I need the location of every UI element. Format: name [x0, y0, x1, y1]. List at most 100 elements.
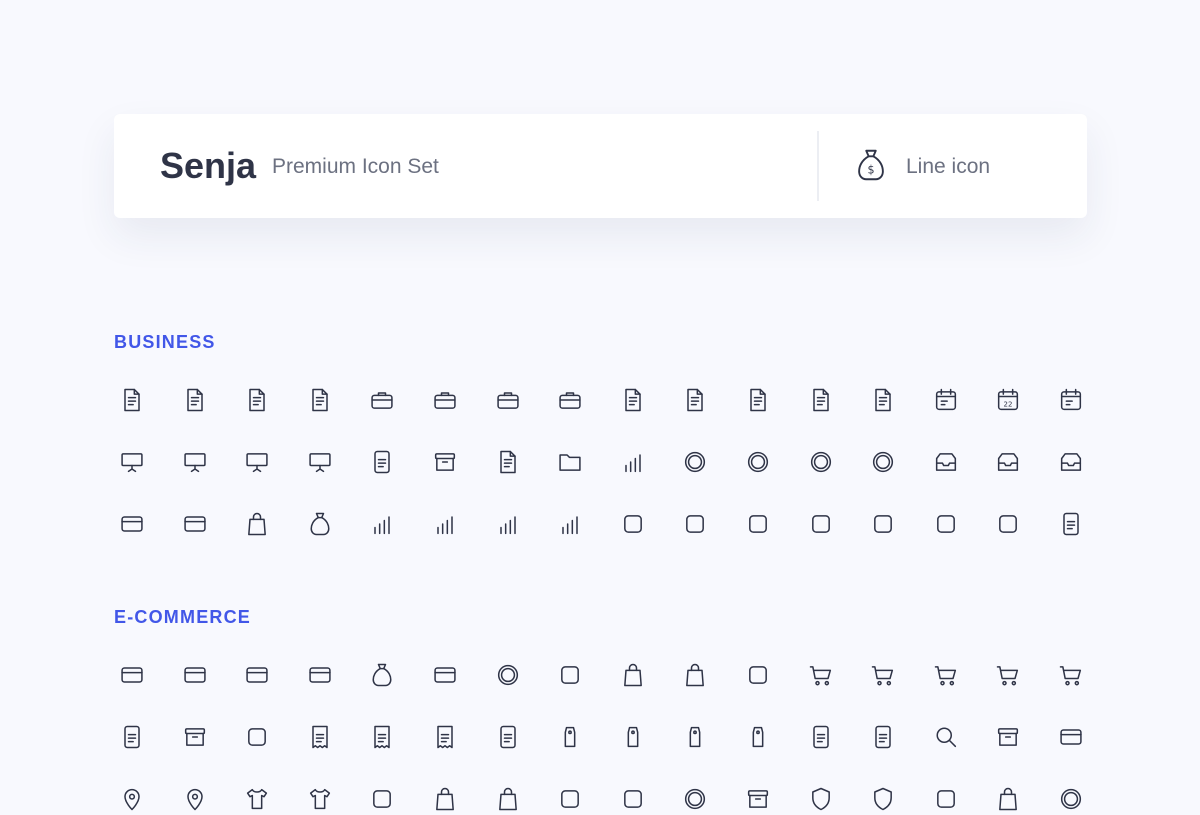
money-bag-icon[interactable] [241, 508, 273, 540]
cash-stack-icon[interactable] [116, 508, 148, 540]
piggy-bank-icon[interactable] [304, 508, 336, 540]
document-delete-icon[interactable] [867, 384, 899, 416]
pie-chart-icon[interactable] [617, 446, 649, 478]
section-title-ecommerce: E-COMMERCE [114, 607, 251, 627]
presentation-bar-chart-icon[interactable] [179, 446, 211, 478]
discount-badge-icon[interactable] [554, 783, 586, 815]
calculator-icon[interactable] [366, 446, 398, 478]
calendar-checklist-icon[interactable] [1055, 384, 1087, 416]
bell-icon[interactable] [930, 783, 962, 815]
suitcase-icon[interactable] [554, 384, 586, 416]
checklist-document-icon[interactable] [241, 384, 273, 416]
cart-add-icon[interactable] [930, 659, 962, 691]
document-add-icon[interactable] [679, 384, 711, 416]
shopping-bag-icon[interactable] [617, 659, 649, 691]
cashier-register-icon[interactable] [992, 721, 1024, 753]
office-building-icon[interactable] [1055, 508, 1087, 540]
archive-drawer-icon[interactable] [429, 446, 461, 478]
money-transfer-icon[interactable] [179, 508, 211, 540]
archive-box-icon[interactable] [179, 721, 211, 753]
atm-bitcoin-icon[interactable] [492, 659, 524, 691]
header-divider [817, 131, 819, 201]
atm-cash-icon[interactable] [429, 659, 461, 691]
cart-forward-icon[interactable] [1055, 659, 1087, 691]
shopping-bag-small-icon[interactable] [992, 783, 1024, 815]
calendar-icon[interactable] [930, 384, 962, 416]
shopping-bag-closed-icon[interactable] [429, 783, 461, 815]
presentation-line-chart-icon[interactable] [241, 446, 273, 478]
cart-remove-icon[interactable] [992, 659, 1024, 691]
svg-text:$: $ [867, 164, 874, 177]
folder-icon[interactable] [554, 446, 586, 478]
crosshair-icon[interactable] [867, 446, 899, 478]
alarm-clock-icon[interactable] [679, 446, 711, 478]
credit-card-icon[interactable] [241, 659, 273, 691]
hand-dollar-icon[interactable] [742, 508, 774, 540]
stamp-icon[interactable] [930, 508, 962, 540]
briefcase-icon[interactable] [429, 384, 461, 416]
mobile-payment-icon[interactable] [617, 783, 649, 815]
bar-growth-chart-icon[interactable] [492, 508, 524, 540]
shopping-cart-icon[interactable] [805, 659, 837, 691]
location-pin-icon[interactable] [116, 783, 148, 815]
briefcase-rounded-icon[interactable] [492, 384, 524, 416]
catalog-book-icon[interactable] [116, 721, 148, 753]
presentation-board-icon[interactable] [116, 446, 148, 478]
inbox-add-icon[interactable] [930, 446, 962, 478]
gift-box-icon[interactable] [742, 783, 774, 815]
clipboard-list-icon[interactable] [805, 721, 837, 753]
list-document-icon[interactable] [492, 446, 524, 478]
calendar-date-icon[interactable]: 22 [992, 384, 1024, 416]
store-icon[interactable] [554, 659, 586, 691]
tags-icon[interactable] [617, 721, 649, 753]
tag-add-icon[interactable] [679, 721, 711, 753]
wishlist-clipboard-icon[interactable] [867, 721, 899, 753]
document-lines-icon[interactable] [304, 384, 336, 416]
address-book-at-icon[interactable] [179, 384, 211, 416]
exchange-icon[interactable] [679, 508, 711, 540]
awning-icon[interactable] [366, 783, 398, 815]
workflow-icon[interactable] [617, 508, 649, 540]
presentation-down-chart-icon[interactable] [304, 446, 336, 478]
shield-alert-icon[interactable] [867, 783, 899, 815]
cart-download-icon[interactable] [867, 659, 899, 691]
timer-icon[interactable] [1055, 783, 1087, 815]
location-pin-outline-icon[interactable] [179, 783, 211, 815]
search-icon[interactable] [930, 721, 962, 753]
basket-icon[interactable] [742, 659, 774, 691]
reward-badge-icon[interactable] [679, 783, 711, 815]
shopping-bag-handle-icon[interactable] [679, 659, 711, 691]
invoice-dollar-icon[interactable] [429, 721, 461, 753]
tshirt-icon[interactable] [241, 783, 273, 815]
document-remove-icon[interactable] [742, 384, 774, 416]
credit-card-pay-icon[interactable] [179, 659, 211, 691]
brand-tagline: Premium Icon Set [272, 155, 439, 178]
megaphone-icon[interactable] [867, 508, 899, 540]
inbox-mail-icon[interactable] [1055, 446, 1087, 478]
tote-bag-icon[interactable] [492, 783, 524, 815]
document-check-icon[interactable] [805, 384, 837, 416]
dollar-coin-icon[interactable] [742, 446, 774, 478]
wallet-icon[interactable] [304, 659, 336, 691]
toolbox-icon[interactable] [366, 384, 398, 416]
shirt-icon[interactable] [304, 783, 336, 815]
tag-remove-icon[interactable] [742, 721, 774, 753]
receipt-icon[interactable] [366, 721, 398, 753]
paint-roller-icon[interactable] [992, 508, 1024, 540]
target-goal-icon[interactable] [805, 446, 837, 478]
shield-check-icon[interactable] [805, 783, 837, 815]
money-pouch-icon[interactable] [366, 659, 398, 691]
bar-chart-icon[interactable] [554, 508, 586, 540]
text-document-icon[interactable] [617, 384, 649, 416]
dollar-bill-icon[interactable] [116, 659, 148, 691]
hand-heart-icon[interactable] [805, 508, 837, 540]
contact-book-icon[interactable] [116, 384, 148, 416]
receipt-dollar-icon[interactable] [304, 721, 336, 753]
price-tag-icon[interactable] [554, 721, 586, 753]
delivery-truck-icon[interactable] [241, 721, 273, 753]
inbox-upload-icon[interactable] [992, 446, 1024, 478]
line-growth-chart-icon[interactable] [429, 508, 461, 540]
online-payment-monitor-icon[interactable] [1055, 721, 1087, 753]
network-graph-icon[interactable] [366, 508, 398, 540]
barcode-icon[interactable] [492, 721, 524, 753]
